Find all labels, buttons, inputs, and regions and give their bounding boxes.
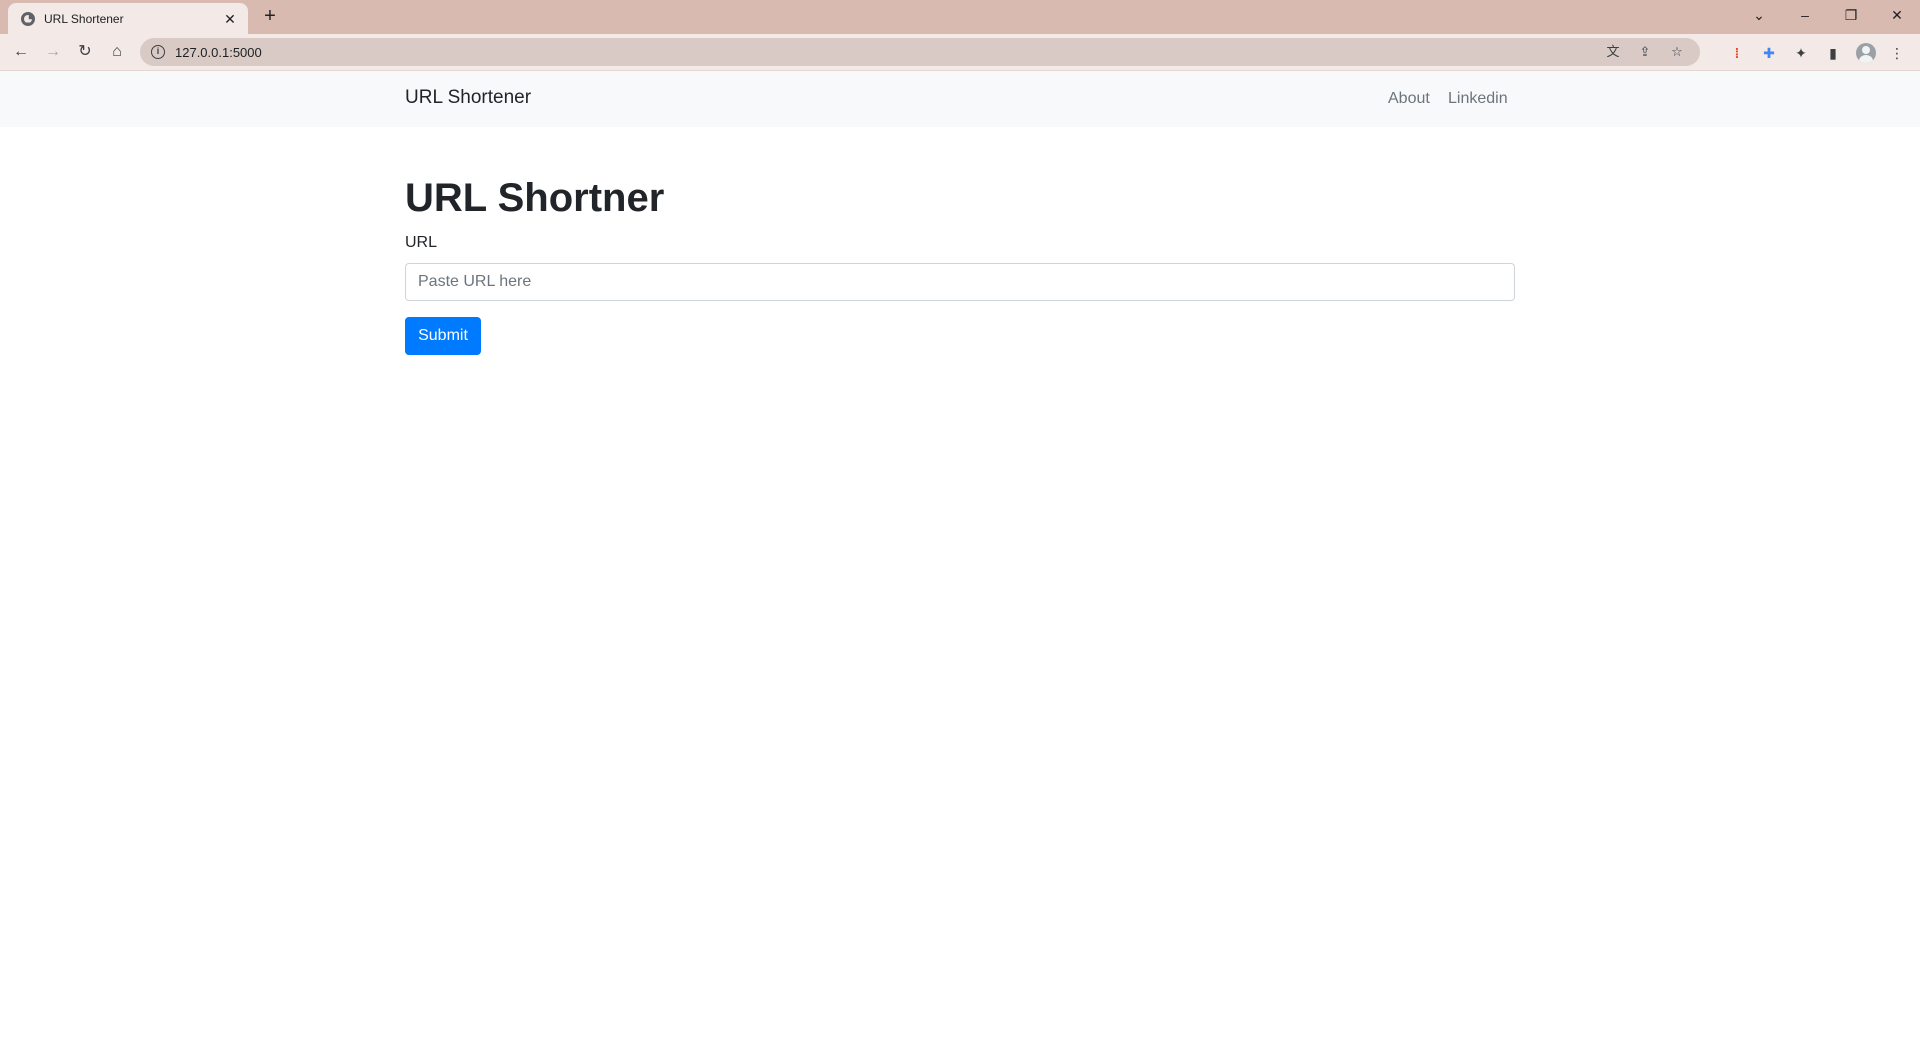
side-panel-icon[interactable]: ▮ (1824, 44, 1842, 62)
browser-tab-strip: URL Shortener ✕ + ⌄ – ❐ ✕ (0, 0, 1920, 34)
forward-button[interactable]: → (43, 42, 63, 62)
extension-icon[interactable]: ⁞ (1728, 44, 1746, 62)
close-window-button[interactable]: ✕ (1874, 0, 1920, 30)
extension-plus-icon[interactable]: ✚ (1760, 44, 1778, 62)
extensions-puzzle-icon[interactable]: ✦ (1792, 44, 1810, 62)
home-button[interactable]: ⌂ (107, 42, 127, 62)
address-url[interactable]: 127.0.0.1:5000 (175, 45, 1604, 60)
bookmark-star-icon[interactable]: ☆ (1668, 43, 1686, 61)
url-input[interactable] (405, 263, 1515, 301)
site-info-icon[interactable]: i (151, 45, 165, 59)
minimize-button[interactable]: – (1782, 0, 1828, 30)
share-icon[interactable]: ⇪ (1636, 43, 1654, 61)
browser-menu-icon[interactable]: ⋮ (1888, 44, 1906, 62)
profile-avatar[interactable] (1856, 43, 1876, 63)
new-tab-button[interactable]: + (260, 6, 280, 26)
site-navbar: URL Shortener About Linkedin (0, 71, 1920, 127)
nav-link-about[interactable]: About (1388, 90, 1430, 108)
navbar-brand[interactable]: URL Shortener (405, 87, 531, 109)
page-title: URL Shortner (405, 176, 665, 220)
url-label: URL (405, 234, 438, 251)
globe-icon (21, 11, 35, 26)
reload-button[interactable]: ↻ (75, 42, 95, 62)
restore-button[interactable]: ❐ (1828, 0, 1874, 30)
nav-link-linkedin[interactable]: Linkedin (1448, 90, 1508, 108)
browser-toolbar: ← → ↻ ⌂ i 127.0.0.1:5000 文 ⇪ ☆ ⁞ ✚ ✦ ▮ ⋮ (0, 34, 1920, 71)
tab-search-icon[interactable]: ⌄ (1736, 0, 1782, 30)
submit-button[interactable]: Submit (405, 317, 481, 355)
address-bar[interactable]: i 127.0.0.1:5000 文 ⇪ ☆ (140, 38, 1700, 66)
tab-title: URL Shortener (44, 11, 124, 26)
tab-close-icon[interactable]: ✕ (222, 11, 238, 27)
translate-icon[interactable]: 文 (1604, 43, 1622, 61)
browser-tab[interactable]: URL Shortener ✕ (8, 3, 248, 34)
back-button[interactable]: ← (11, 42, 31, 62)
